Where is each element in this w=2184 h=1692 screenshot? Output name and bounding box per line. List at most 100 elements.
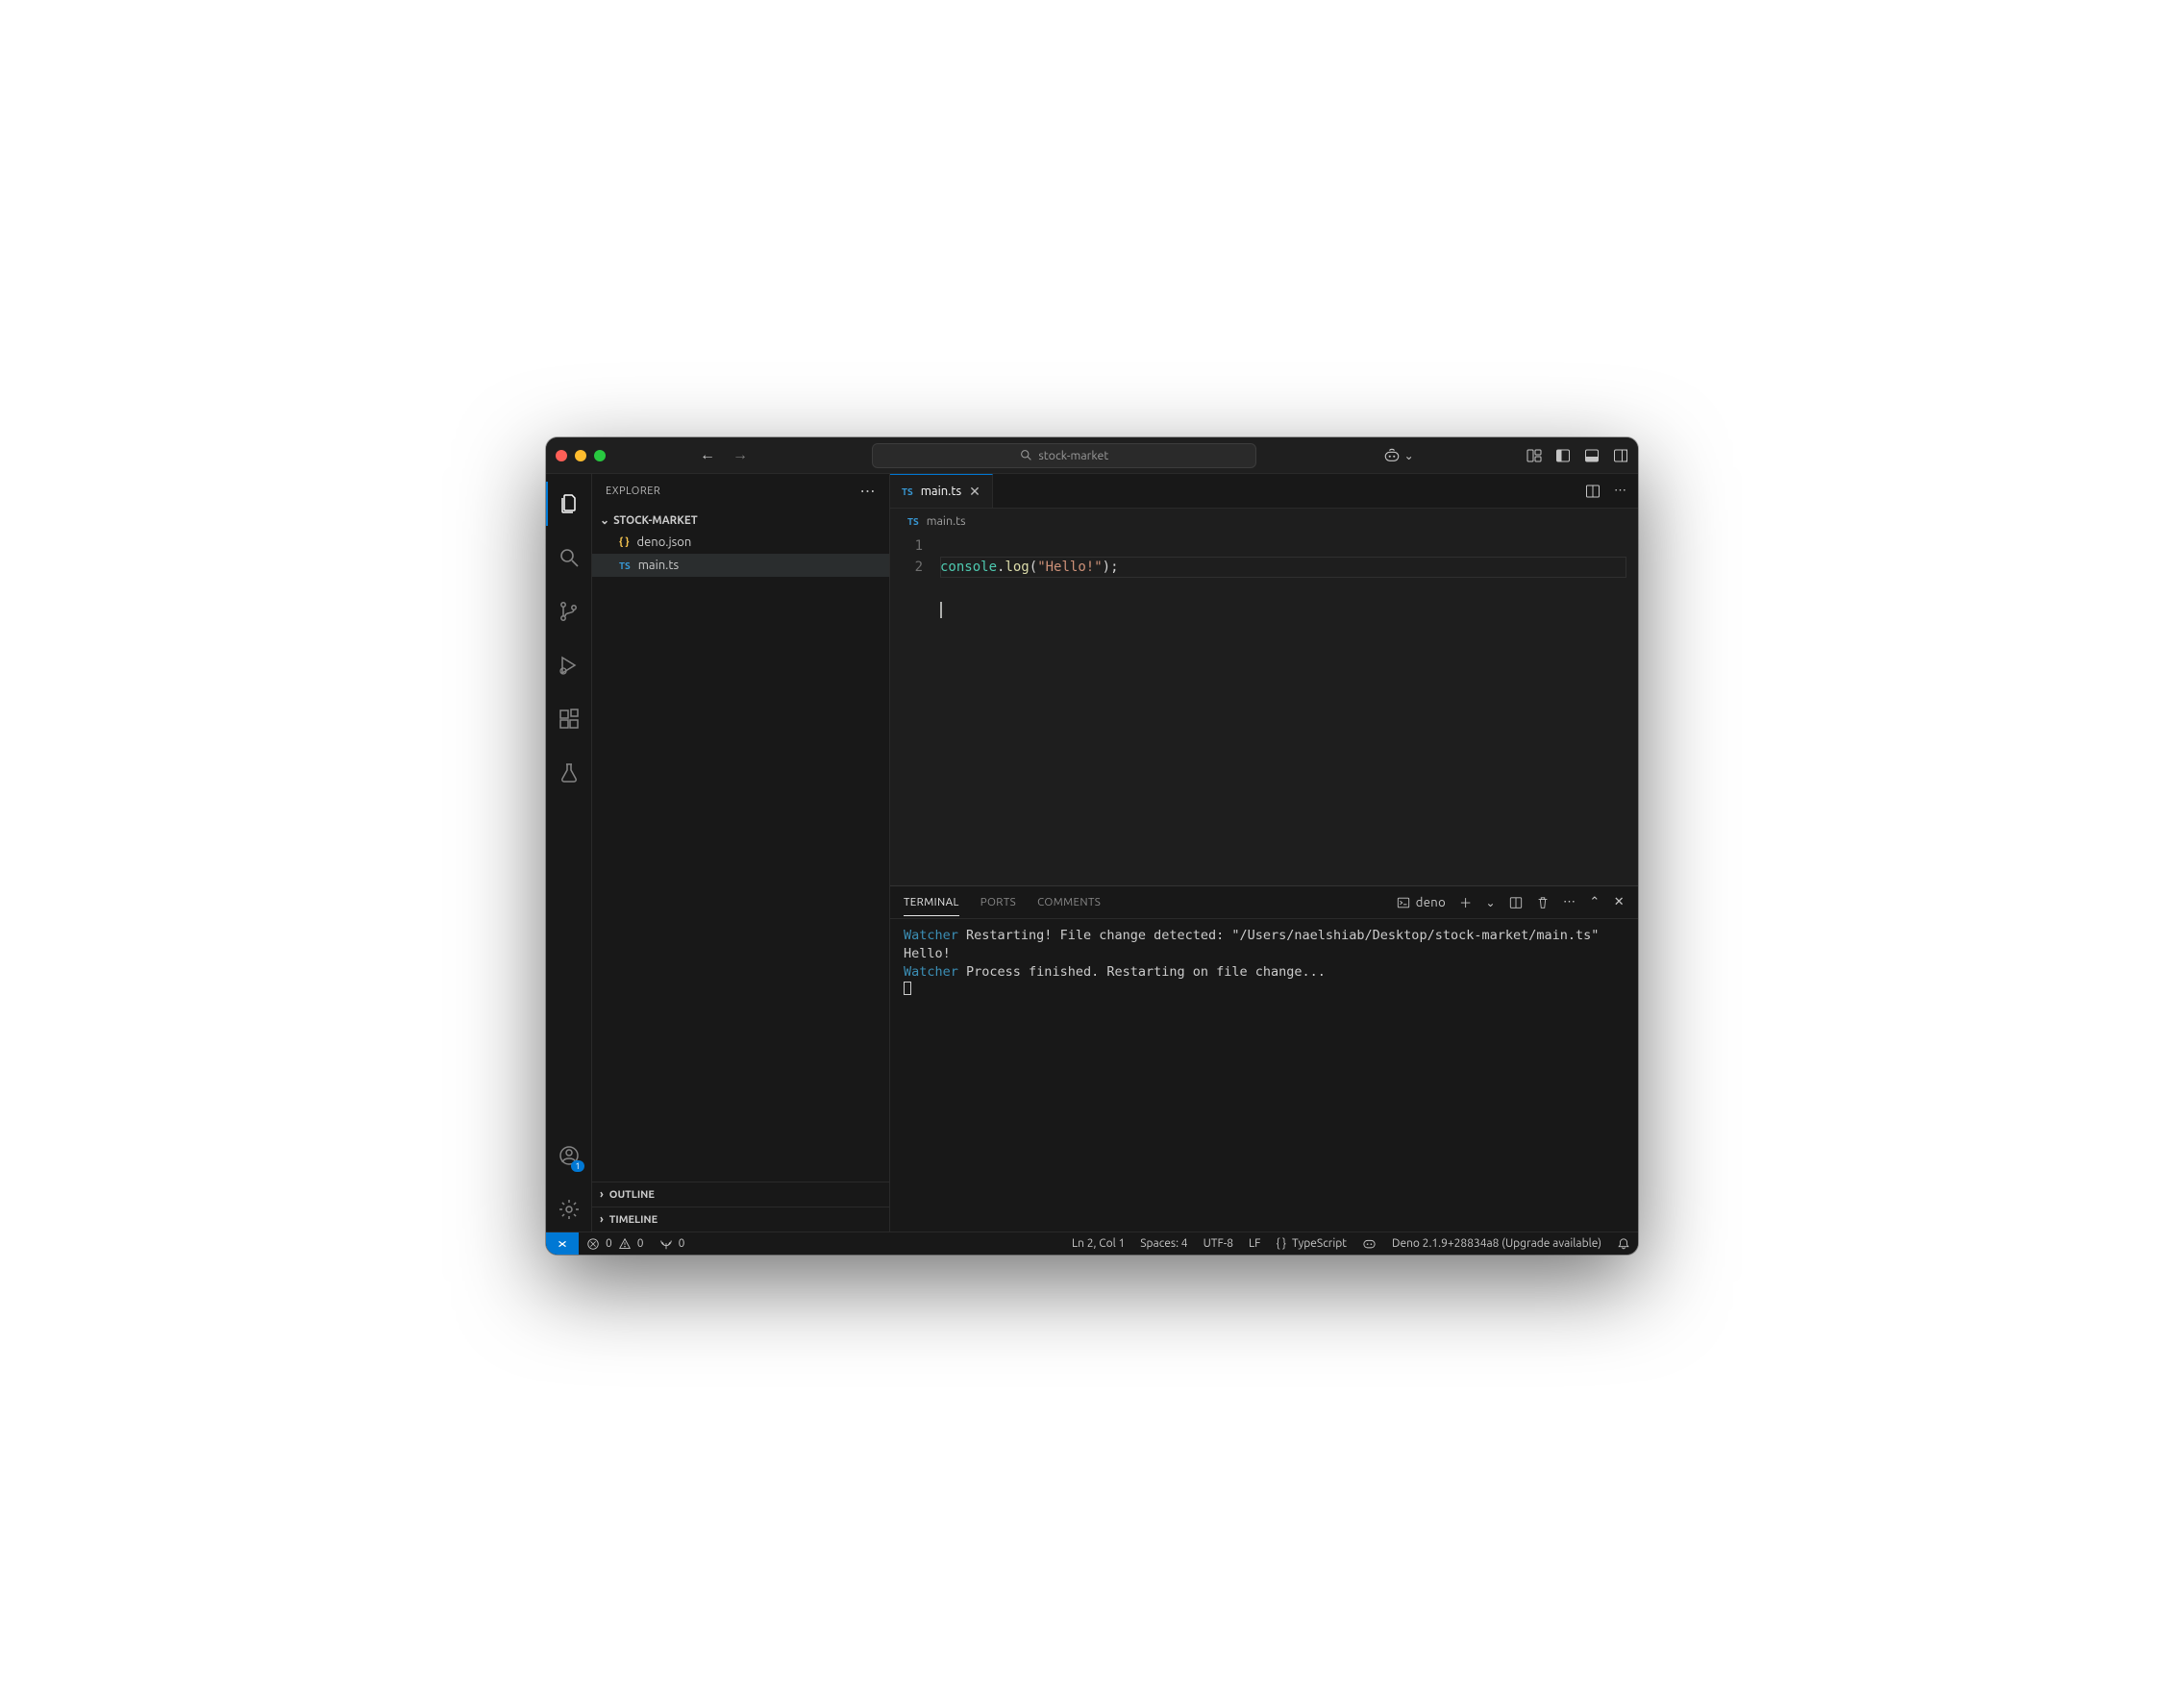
files-icon	[558, 492, 581, 515]
panel-right-icon[interactable]	[1613, 448, 1628, 463]
error-count: 0	[606, 1237, 612, 1250]
copilot-icon	[1362, 1236, 1377, 1251]
nav-back-icon[interactable]: ←	[700, 446, 715, 464]
code-editor[interactable]: 1 2 console.log("Hello!");	[890, 534, 1638, 885]
language-label: TypeScript	[1292, 1237, 1347, 1250]
terminal-line: Process finished. Restarting on file cha…	[958, 964, 1326, 980]
json-file-icon: { }	[619, 536, 630, 548]
code-content[interactable]: console.log("Hello!");	[940, 534, 1638, 885]
status-problems[interactable]: 0 0	[579, 1237, 652, 1251]
activity-extensions[interactable]	[546, 697, 592, 741]
nav-arrows: ← →	[700, 446, 748, 464]
panel-tab-comments[interactable]: COMMENTS	[1037, 896, 1101, 908]
gear-icon	[558, 1198, 581, 1221]
status-cursor[interactable]: Ln 2, Col 1	[1064, 1237, 1132, 1250]
activity-source-control[interactable]	[546, 589, 592, 634]
timeline-label: TIMELINE	[609, 1214, 658, 1226]
status-eol[interactable]: LF	[1241, 1237, 1268, 1250]
file-name: main.ts	[638, 559, 679, 572]
split-editor-icon[interactable]	[1585, 484, 1601, 499]
command-center-text: stock-market	[1038, 449, 1108, 462]
maximize-window-icon[interactable]	[594, 450, 606, 461]
workbench-body: 1 EXPLORER ⋯ ⌄ STOCK-MARKET { } deno.jso…	[546, 474, 1638, 1232]
chevron-right-icon: ›	[600, 1213, 604, 1226]
terminal-watcher-tag: Watcher	[904, 928, 958, 943]
more-actions-icon[interactable]: ⋯	[1614, 484, 1626, 498]
maximize-panel-icon[interactable]: ⌃	[1589, 895, 1600, 909]
terminal-selector[interactable]: deno	[1397, 896, 1446, 909]
status-spaces[interactable]: Spaces: 4	[1132, 1237, 1195, 1250]
status-copilot[interactable]	[1354, 1236, 1384, 1251]
close-window-icon[interactable]	[556, 450, 567, 461]
terminal-cursor	[904, 982, 911, 995]
search-icon	[558, 546, 581, 569]
tab-main-ts[interactable]: TS main.ts ✕	[890, 474, 993, 508]
port-count: 0	[679, 1237, 685, 1250]
chevron-down-icon[interactable]: ⌄	[1486, 896, 1496, 909]
bell-icon	[1617, 1237, 1630, 1251]
nav-forward-icon[interactable]: →	[732, 446, 748, 464]
panel-tab-terminal[interactable]: TERMINAL	[904, 896, 959, 916]
activity-accounts[interactable]: 1	[546, 1133, 592, 1178]
split-terminal-icon[interactable]	[1509, 896, 1523, 909]
editor-area: TS main.ts ✕ ⋯ TS main.ts 1 2 console.lo…	[890, 474, 1638, 1232]
terminal-icon	[1397, 896, 1410, 909]
panel-bottom-icon[interactable]	[1584, 448, 1600, 463]
layout-customize-icon[interactable]	[1526, 448, 1542, 463]
timeline-section[interactable]: › TIMELINE	[592, 1207, 889, 1232]
terminal-output[interactable]: Watcher Restarting! File change detected…	[890, 919, 1638, 1232]
close-panel-icon[interactable]: ✕	[1614, 895, 1625, 909]
file-row-main-ts[interactable]: TS main.ts	[592, 554, 889, 577]
new-terminal-button[interactable]: ＋	[1459, 893, 1472, 911]
more-actions-icon[interactable]: ⋯	[860, 484, 877, 499]
chevron-down-icon: ⌄	[600, 513, 609, 527]
play-bug-icon	[558, 654, 581, 677]
line-number: 1	[890, 535, 923, 557]
command-center[interactable]: stock-market	[872, 443, 1256, 468]
ts-file-icon: TS	[902, 486, 913, 497]
activity-run-debug[interactable]	[546, 643, 592, 687]
terminal-line: Restarting! File change detected: "/User…	[958, 928, 1599, 943]
breadcrumb[interactable]: TS main.ts	[890, 509, 1638, 534]
status-deno[interactable]: Deno 2.1.9+28834a8 (Upgrade available)	[1384, 1237, 1609, 1250]
title-bar-actions	[1526, 448, 1628, 463]
sidebar: EXPLORER ⋯ ⌄ STOCK-MARKET { } deno.json …	[592, 474, 890, 1232]
status-notifications[interactable]	[1609, 1237, 1638, 1251]
window-controls	[556, 450, 606, 461]
search-icon	[1020, 449, 1032, 461]
antenna-icon	[659, 1237, 673, 1251]
more-actions-icon[interactable]: ⋯	[1563, 895, 1576, 909]
file-tree: ⌄ STOCK-MARKET { } deno.json TS main.ts	[592, 508, 889, 1182]
bottom-panel: TERMINAL PORTS COMMENTS deno ＋ ⌄ ⋯ ⌃	[890, 885, 1638, 1232]
outline-section[interactable]: › OUTLINE	[592, 1182, 889, 1207]
trash-icon[interactable]	[1536, 896, 1550, 909]
remote-button[interactable]	[546, 1232, 579, 1256]
status-bar: 0 0 0 Ln 2, Col 1 Spaces: 4 UTF-8 LF { }…	[546, 1232, 1638, 1255]
explorer-title: EXPLORER	[606, 485, 660, 497]
status-encoding[interactable]: UTF-8	[1196, 1237, 1241, 1250]
file-name: deno.json	[637, 535, 692, 549]
copilot-button[interactable]: ⌄	[1383, 447, 1414, 464]
file-row-deno-json[interactable]: { } deno.json	[592, 531, 889, 554]
project-root[interactable]: ⌄ STOCK-MARKET	[592, 510, 889, 531]
sidebar-header: EXPLORER ⋯	[592, 474, 889, 508]
activity-explorer[interactable]	[546, 482, 592, 526]
outline-label: OUTLINE	[609, 1189, 655, 1201]
panel-left-icon[interactable]	[1555, 448, 1571, 463]
minimize-window-icon[interactable]	[575, 450, 586, 461]
close-icon[interactable]: ✕	[969, 484, 980, 500]
activity-search[interactable]	[546, 535, 592, 580]
status-language[interactable]: { } TypeScript	[1268, 1237, 1354, 1250]
tab-label: main.ts	[921, 485, 961, 498]
line-number: 2	[890, 557, 923, 578]
title-bar: ← → stock-market ⌄	[546, 437, 1638, 474]
beaker-icon	[558, 761, 581, 784]
status-ports[interactable]: 0	[652, 1237, 693, 1251]
activity-bar: 1	[546, 474, 592, 1232]
activity-testing[interactable]	[546, 751, 592, 795]
panel-tab-ports[interactable]: PORTS	[980, 896, 1016, 908]
ts-file-icon: TS	[619, 560, 631, 571]
status-bar-right: Ln 2, Col 1 Spaces: 4 UTF-8 LF { } TypeS…	[1064, 1236, 1638, 1251]
activity-settings[interactable]	[546, 1187, 592, 1232]
terminal-name: deno	[1416, 896, 1446, 909]
